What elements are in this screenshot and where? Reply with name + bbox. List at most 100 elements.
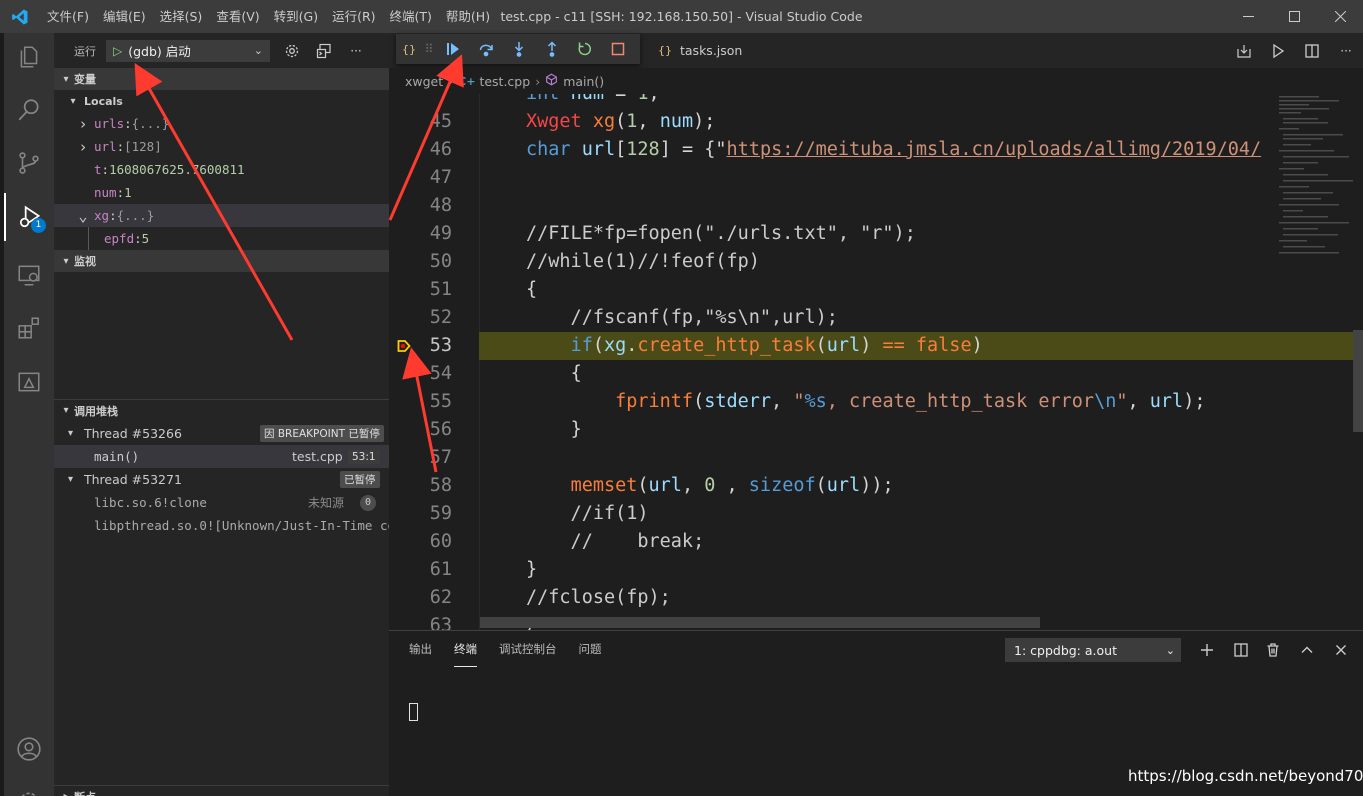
code-text: //if(1) [526, 503, 649, 524]
run-file-icon[interactable] [1261, 33, 1295, 68]
code-text: int num = 1; [526, 94, 660, 108]
tab-terminal[interactable]: 终端 [454, 631, 477, 667]
stop-button[interactable] [601, 34, 634, 64]
watch-section-header[interactable]: ▾ 监视 [54, 250, 389, 272]
step-out-button[interactable] [535, 34, 568, 64]
continue-button[interactable] [436, 34, 469, 64]
code-text: // break; [526, 531, 705, 552]
code-line: 53 if(xg.create_http_task(url) == false) [389, 332, 1363, 360]
more-actions-icon[interactable]: ··· [346, 41, 366, 61]
close-panel-icon[interactable] [1329, 638, 1353, 662]
call-stack-section-title: 调用堆栈 [74, 404, 118, 418]
chevron-right-icon: › [78, 137, 88, 156]
drag-handle-icon[interactable]: ⠿ [422, 34, 436, 64]
restart-button[interactable] [568, 34, 601, 64]
line-number: 54 [429, 363, 452, 384]
frame-count-badge: 0 [360, 494, 376, 511]
compare-icon[interactable] [1227, 33, 1261, 68]
breadcrumb-folder[interactable]: xwget [405, 74, 443, 89]
account-icon[interactable] [4, 725, 54, 773]
minimize-button[interactable] [1225, 0, 1271, 33]
settings-icon[interactable] [4, 778, 54, 796]
explorer-icon[interactable] [4, 33, 54, 81]
call-stack-section-header[interactable]: ▾ 调用堆栈 [54, 399, 389, 421]
variable-row[interactable]: num: 1 [54, 181, 389, 204]
code-line: int num = 1; [389, 94, 1363, 108]
debug-console-icon[interactable] [314, 41, 334, 61]
gear-icon[interactable] [282, 41, 302, 61]
line-number: 49 [429, 223, 452, 244]
code-text: Xwget xg(1, num); [526, 111, 716, 132]
menu-item[interactable]: 终端(T) [383, 0, 439, 33]
menu-item[interactable]: 文件(F) [40, 0, 96, 33]
tab-debug-console[interactable]: 调试控制台 [499, 631, 557, 667]
minimap[interactable] [1275, 94, 1353, 294]
variable-row[interactable]: › urls: {...} [54, 112, 389, 135]
code-line: 55 fprintf(stderr, "%s, create_http_task… [389, 388, 1363, 416]
close-button[interactable] [1317, 0, 1363, 33]
start-debug-icon[interactable]: ▷ [113, 44, 122, 58]
run-label: 运行 [74, 44, 96, 58]
code-editor[interactable]: int num = 1; 45 Xwget xg(1, num); 46 char ur… [389, 94, 1363, 630]
variable-value: {...} [131, 116, 170, 131]
search-icon[interactable] [4, 86, 54, 134]
split-editor-icon[interactable] [1295, 33, 1329, 68]
more-actions-icon[interactable]: ··· [1329, 33, 1363, 68]
stack-frame-row[interactable]: libc.so.6!clone 未知源 0 [54, 491, 389, 514]
thread-row[interactable]: ▾ Thread #53271 已暂停 [54, 468, 389, 491]
tab-problems[interactable]: 问题 [579, 631, 602, 667]
terminal-select[interactable]: 1: cppdbg: a.out ⌄ [1005, 638, 1181, 662]
split-terminal-icon[interactable] [1229, 638, 1253, 662]
variable-row[interactable]: t: 1608067625.7600811 [54, 158, 389, 181]
stack-frame-row[interactable]: main() test.cpp 53:1 [54, 445, 389, 468]
horizontal-scrollbar[interactable] [480, 617, 1040, 628]
json-file-icon: {} [658, 44, 672, 57]
variable-row[interactable]: ⌄ xg: {...} [54, 204, 389, 227]
menu-item[interactable]: 查看(V) [209, 0, 266, 33]
maximize-panel-icon[interactable] [1295, 638, 1319, 662]
extensions-icon[interactable] [4, 304, 54, 352]
breadcrumb-file[interactable]: test.cpp [479, 74, 530, 89]
locals-scope[interactable]: ▾ Locals [54, 90, 389, 112]
stack-frame-row[interactable]: libpthread.so.0![Unknown/Just-In-Time co [54, 514, 389, 537]
chevron-down-icon: ⌄ [253, 44, 263, 57]
line-number: 60 [429, 531, 452, 552]
run-debug-icon[interactable]: 1 [4, 193, 54, 241]
code-text: } [526, 559, 538, 580]
breakpoints-section-header[interactable]: ▸ 断点 [54, 785, 389, 796]
variable-separator: : [116, 139, 125, 154]
variable-row[interactable]: › url: [128] [54, 135, 389, 158]
tab-tasks-json[interactable]: {} tasks.json [646, 33, 768, 68]
code-line: 47 [389, 164, 1363, 192]
locals-scope-label: Locals [84, 94, 123, 108]
step-into-button[interactable] [502, 34, 535, 64]
variables-section-header[interactable]: ▾ 变量 [54, 68, 389, 90]
variable-row[interactable]: epfd: 5 [54, 227, 389, 250]
thread-row[interactable]: ▾ Thread #53266 因 BREAKPOINT 已暂停 [54, 422, 389, 445]
docker-icon[interactable] [4, 358, 54, 406]
debug-config-select[interactable]: ▷ (gdb) 启动 ⌄ [106, 39, 270, 62]
new-terminal-icon[interactable] [1195, 638, 1219, 662]
menu-item[interactable]: 运行(R) [325, 0, 382, 33]
tab-output[interactable]: 输出 [409, 631, 432, 667]
chevron-down-icon: ⌄ [78, 206, 88, 225]
code-text: { [526, 279, 538, 300]
source-control-icon[interactable] [4, 139, 54, 187]
step-over-button[interactable] [469, 34, 502, 64]
vscode-logo-icon [0, 0, 40, 33]
breadcrumb-symbol[interactable]: main() [563, 74, 604, 89]
terminal-select-value: 1: cppdbg: a.out [1014, 642, 1117, 658]
code-line: 57 [389, 444, 1363, 472]
remote-explorer-icon[interactable] [4, 251, 54, 299]
menu-item[interactable]: 选择(S) [153, 0, 210, 33]
scrollbar-thumb[interactable] [1353, 330, 1363, 432]
code-text: { [570, 363, 582, 384]
vertical-scrollbar[interactable] [1353, 94, 1363, 630]
maximize-button[interactable] [1271, 0, 1317, 33]
title-bar: 文件(F) 编辑(E) 选择(S) 查看(V) 转到(G) 运行(R) 终端(T) 帮助(H)… [0, 0, 1363, 33]
menu-item[interactable]: 帮助(H) [439, 0, 497, 33]
menu-item[interactable]: 编辑(E) [96, 0, 153, 33]
menu-item[interactable]: 转到(G) [267, 0, 325, 33]
line-number: 48 [429, 195, 452, 216]
trash-icon[interactable] [1261, 638, 1285, 662]
